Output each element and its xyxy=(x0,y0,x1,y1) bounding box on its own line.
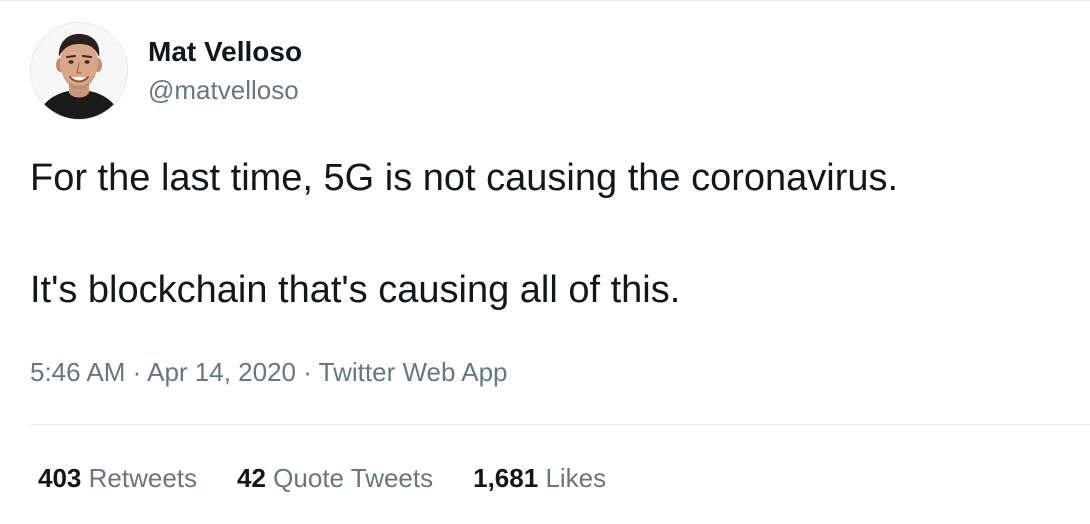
tweet-meta: 5:46 AM · Apr 14, 2020 · Twitter Web App xyxy=(30,352,508,392)
likes-label: Likes xyxy=(545,463,607,493)
tweet-text-line-1: For the last time, 5G is not causing the… xyxy=(30,157,899,199)
quote-tweets-count: 42 xyxy=(237,463,266,493)
retweets-count: 403 xyxy=(38,463,82,493)
tweet-card: Mat Velloso @matvelloso For the last tim… xyxy=(0,0,1090,524)
author-display-name[interactable]: Mat Velloso xyxy=(148,35,302,69)
likes-stat[interactable]: 1,681 Likes xyxy=(473,458,606,498)
tweet-stats: 403 Retweets 42 Quote Tweets 1,681 Likes xyxy=(38,458,646,498)
likes-count: 1,681 xyxy=(473,463,539,493)
meta-separator: · xyxy=(132,357,142,387)
tweet-time[interactable]: 5:46 AM xyxy=(30,357,125,387)
profile-photo-icon xyxy=(31,23,127,119)
quote-tweets-label: Quote Tweets xyxy=(273,463,434,493)
tweet-header: Mat Velloso @matvelloso xyxy=(30,22,302,120)
tweet-text-line-2: It's blockchain that's causing all of th… xyxy=(30,269,681,311)
author-names: Mat Velloso @matvelloso xyxy=(148,22,302,120)
retweets-stat[interactable]: 403 Retweets xyxy=(38,458,197,498)
tweet-source[interactable]: Twitter Web App xyxy=(319,357,508,387)
tweet-body: For the last time, 5G is not causing the… xyxy=(30,150,1070,318)
tweet-date[interactable]: Apr 14, 2020 xyxy=(147,357,296,387)
author-handle[interactable]: @matvelloso xyxy=(148,73,302,107)
meta-separator: · xyxy=(303,357,312,387)
retweets-label: Retweets xyxy=(88,463,198,493)
stats-divider xyxy=(30,424,1090,425)
avatar[interactable] xyxy=(30,22,128,120)
quote-tweets-stat[interactable]: 42 Quote Tweets xyxy=(237,458,433,498)
